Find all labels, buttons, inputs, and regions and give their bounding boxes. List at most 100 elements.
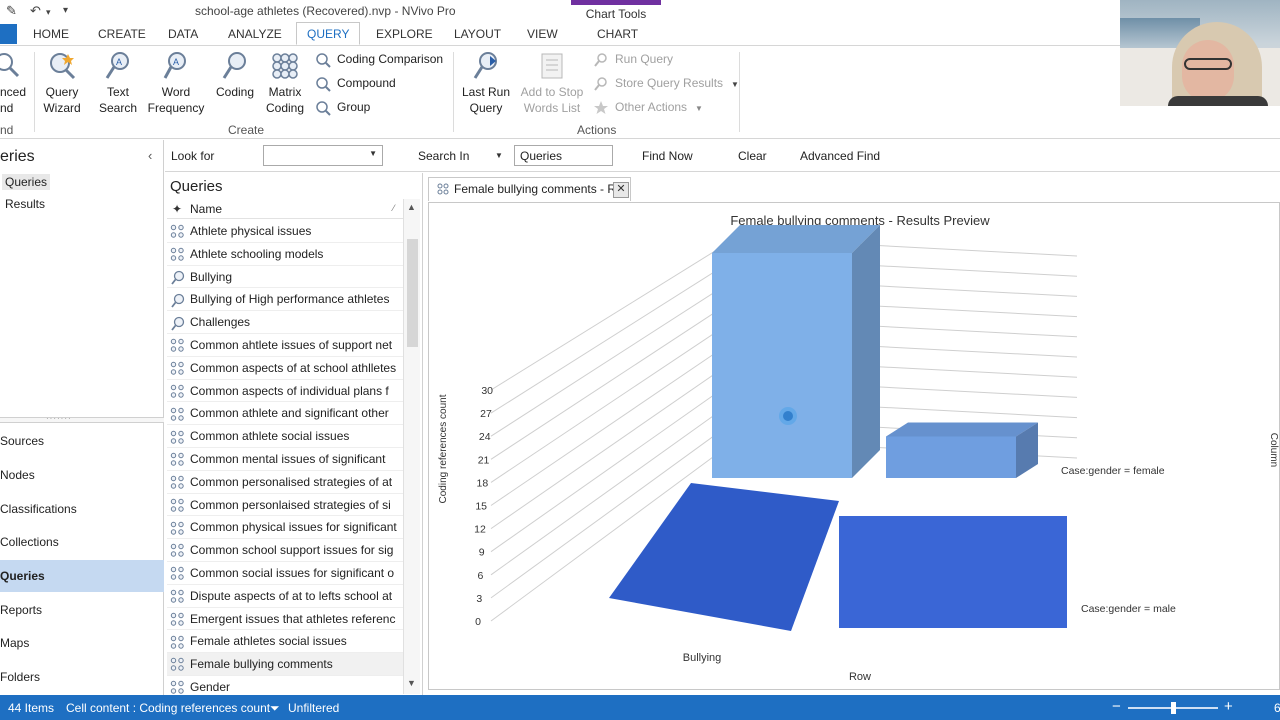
query-row[interactable]: Common athlete and significant other: [167, 402, 403, 426]
compound-query-button[interactable]: Compound: [315, 73, 396, 93]
nav-button-nodes[interactable]: Nodes: [0, 459, 164, 491]
stop-words-list-icon: [541, 53, 563, 79]
matrix-query-icon: [170, 475, 184, 489]
name-column-header[interactable]: ✦ Name ⁄: [167, 199, 403, 219]
quick-access-edit-icon[interactable]: ✎: [6, 3, 17, 19]
store-results-dropdown-icon[interactable]: ▼: [731, 80, 739, 89]
undo-icon[interactable]: ↶: [30, 3, 41, 19]
nav-button-queries[interactable]: Queries: [0, 560, 164, 592]
query-row[interactable]: Common personalised strategies of at: [167, 471, 403, 494]
scroll-up-arrow-icon[interactable]: ▲: [407, 202, 416, 212]
query-row[interactable]: Common aspects of at school athlletes: [167, 357, 403, 380]
scroll-down-arrow-icon[interactable]: ▼: [407, 678, 416, 688]
group-query-button[interactable]: Group: [315, 97, 370, 117]
matrix-coding-button[interactable]: Matrix Coding: [262, 50, 308, 116]
query-row[interactable]: Challenges: [167, 311, 403, 334]
query-row[interactable]: Common physical issues for significant: [167, 516, 403, 540]
tree-item-queries[interactable]: Queries: [2, 174, 51, 190]
find-now-button[interactable]: Find Now: [642, 149, 693, 163]
query-row[interactable]: Common athlete social issues: [167, 425, 403, 448]
nav-button-collections[interactable]: Collections: [0, 526, 164, 558]
store-query-results-button[interactable]: Store Query Results ▼: [593, 73, 739, 93]
tab-view[interactable]: VIEW: [527, 27, 558, 41]
query-wizard-button[interactable]: Query Wizard: [40, 50, 84, 116]
nav-button-folders[interactable]: Folders: [0, 661, 164, 693]
bar-male-second[interactable]: [839, 516, 1067, 628]
query-row[interactable]: Common social issues for significant o: [167, 562, 403, 585]
advanced-find-link[interactable]: Advanced Find: [800, 149, 880, 163]
query-row[interactable]: Female bullying comments: [167, 653, 403, 676]
text-search-icon: [171, 293, 185, 308]
nav-button-sources[interactable]: Sources: [0, 425, 164, 457]
text-search-button[interactable]: A Text Search: [96, 50, 140, 116]
tab-query[interactable]: QUERY: [296, 22, 361, 45]
filter-icon[interactable]: ⏷: [270, 701, 280, 716]
look-for-dropdown-icon[interactable]: ▼: [369, 149, 377, 158]
query-row[interactable]: Dispute aspects of at to lefts school at: [167, 585, 403, 608]
filter-status[interactable]: Unfiltered: [288, 701, 339, 715]
query-row[interactable]: Common personlaised strategies of si: [167, 494, 403, 517]
tab-explore[interactable]: EXPLORE: [376, 27, 433, 41]
tab-data[interactable]: DATA: [168, 27, 198, 41]
query-list-scrollbar[interactable]: ▲ ▼: [403, 199, 420, 694]
chart-tab-label: Female bullying comments - R: [454, 182, 617, 196]
query-row[interactable]: Emergent issues that athletes referenc: [167, 608, 403, 631]
zoom-in-button[interactable]: +: [1224, 698, 1233, 715]
query-name: Common aspects of individual plans f: [190, 383, 389, 398]
other-actions-button[interactable]: Other Actions ▼: [593, 97, 703, 117]
gridline: [490, 338, 737, 506]
search-in-field[interactable]: Queries: [514, 145, 613, 166]
chart-document-tab[interactable]: Female bullying comments - R ✕: [428, 177, 631, 201]
tab-create[interactable]: CREATE: [98, 27, 146, 41]
tab-file[interactable]: [0, 24, 17, 44]
tab-chart[interactable]: CHART: [597, 27, 638, 41]
run-query-button[interactable]: Run Query: [593, 49, 673, 69]
close-tab-icon[interactable]: ✕: [613, 182, 629, 198]
coding-query-button[interactable]: Coding: [214, 50, 256, 100]
search-in-dropdown-icon[interactable]: ▼: [495, 151, 503, 160]
advanced-find-button[interactable]: nced nd: [0, 50, 30, 116]
scrollbar-thumb[interactable]: [407, 239, 418, 347]
coding-comparison-label: Coding Comparison: [337, 52, 444, 66]
nav-splitter[interactable]: ·······: [0, 414, 164, 423]
query-row[interactable]: Female athletes social issues: [167, 630, 403, 654]
query-row[interactable]: Bullying of High performance athletes: [167, 288, 403, 312]
nav-button-reports[interactable]: Reports: [0, 594, 164, 626]
bar-female-bullying[interactable]: [712, 225, 880, 478]
customize-quick-access-icon[interactable]: ▾: [63, 5, 68, 16]
query-row[interactable]: Common mental issues of significant: [167, 448, 403, 471]
bar-male-bullying[interactable]: [609, 483, 839, 631]
look-for-combo[interactable]: ▼: [263, 145, 383, 166]
tab-home[interactable]: HOME: [33, 27, 69, 41]
search-in-label[interactable]: Search In: [418, 149, 469, 163]
query-row[interactable]: Common aspects of individual plans f: [167, 380, 403, 403]
advanced-find-label-1: nced: [0, 85, 27, 99]
tab-layout[interactable]: LAYOUT: [454, 27, 501, 41]
add-to-stop-words-button[interactable]: Add to Stop Words List: [518, 50, 586, 116]
query-row[interactable]: Athlete physical issues: [167, 220, 403, 243]
cursor-busy-icon: [779, 407, 797, 425]
nav-button-classifications[interactable]: Classifications: [0, 493, 164, 525]
coding-comparison-button[interactable]: Coding Comparison: [315, 49, 443, 69]
query-row[interactable]: Athlete schooling models: [167, 243, 403, 266]
query-row[interactable]: Bullying: [167, 266, 403, 289]
x-category-label: Bullying: [683, 652, 722, 664]
undo-dropdown-icon[interactable]: ▾: [46, 7, 51, 18]
bar-female-second[interactable]: [886, 422, 1038, 479]
gridline: [490, 257, 737, 414]
tab-analyze[interactable]: ANALYZE: [228, 27, 282, 41]
nav-button-maps[interactable]: Maps: [0, 627, 164, 659]
query-row[interactable]: Common school support issues for sig: [167, 539, 403, 562]
clear-button[interactable]: Clear: [738, 149, 767, 163]
collapse-chevron-icon[interactable]: ‹: [148, 148, 152, 163]
other-actions-dropdown-icon[interactable]: ▼: [695, 104, 703, 113]
chart-area[interactable]: Female bullying comments - Results Previ…: [428, 202, 1280, 690]
zoom-out-button[interactable]: −: [1112, 698, 1121, 715]
y-tick-label: 0: [475, 616, 481, 628]
last-run-query-button[interactable]: Last Run Query: [460, 50, 512, 116]
query-row[interactable]: Common ahtlete issues of support net: [167, 334, 403, 357]
tree-item-results[interactable]: Results: [2, 196, 48, 212]
zoom-slider-thumb[interactable]: [1171, 702, 1176, 714]
matrix-query-icon: [170, 430, 184, 444]
word-frequency-button[interactable]: A Word Frequency: [146, 50, 206, 116]
